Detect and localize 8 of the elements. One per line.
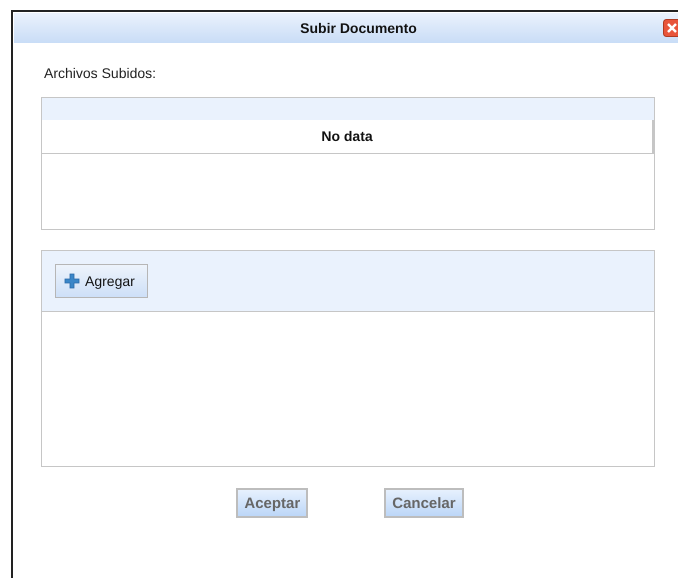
empty-message: No data [42, 120, 654, 154]
window-title: Subir Documento [299, 20, 418, 36]
dialog-button[interactable]: Aceptar [236, 488, 308, 518]
add-button[interactable]: Agregar [55, 264, 148, 298]
plus-icon [64, 273, 80, 289]
section-label: Archivos Subidos: [44, 64, 158, 82]
dialog-button[interactable]: Cancelar [384, 488, 464, 518]
close-icon[interactable] [663, 19, 678, 37]
